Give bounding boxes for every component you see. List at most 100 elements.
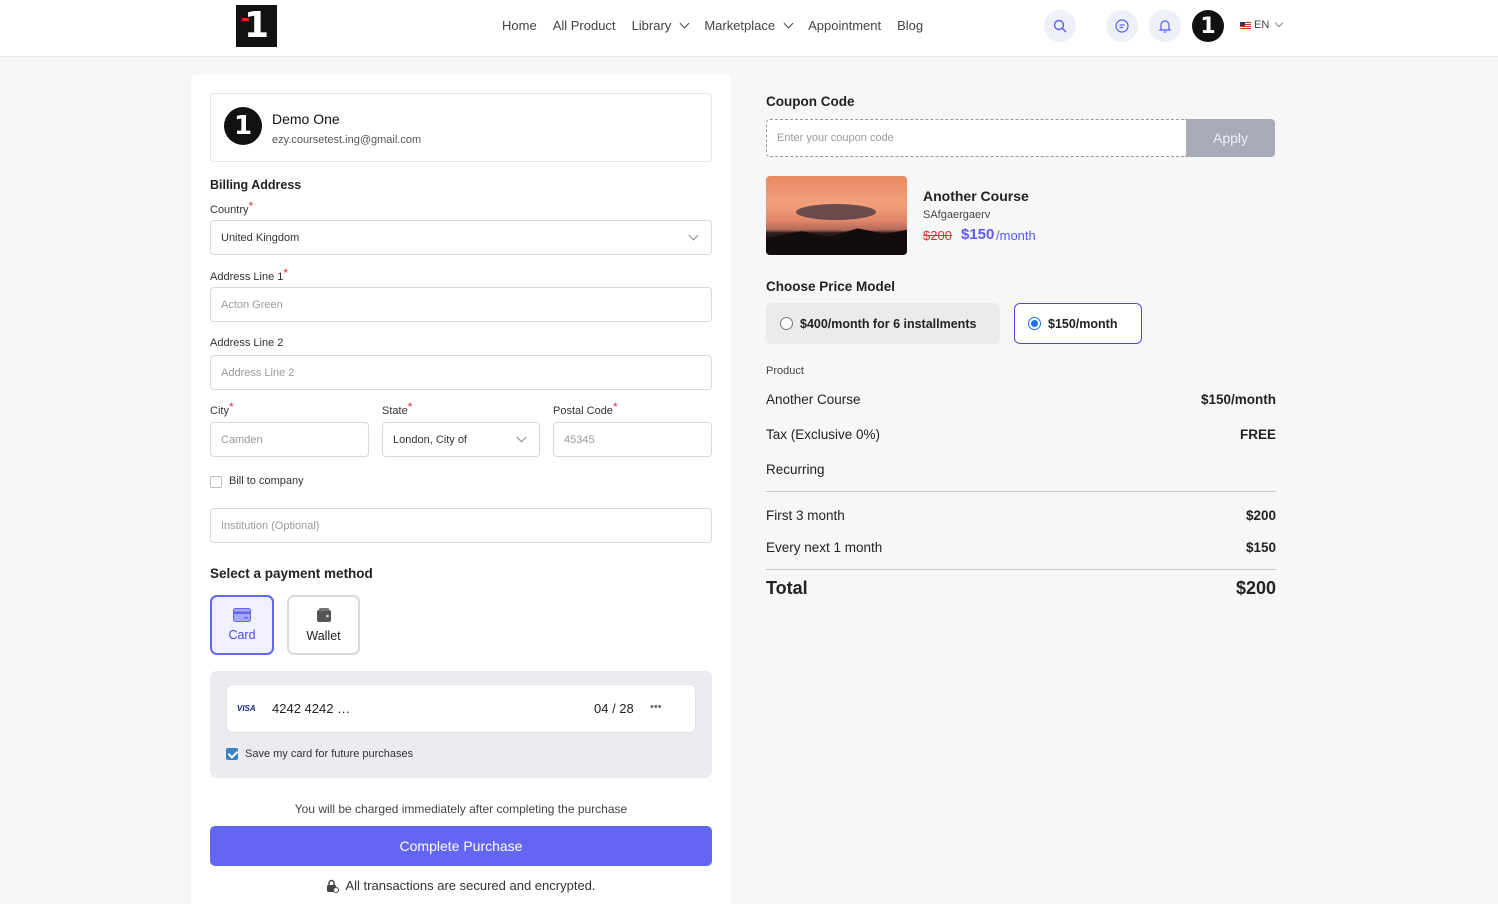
- course-name: Another Course: [923, 188, 1029, 204]
- chat-icon: [1115, 19, 1129, 33]
- country-value: United Kingdom: [221, 231, 300, 244]
- summary-tax-label: Tax (Exclusive 0%): [766, 427, 881, 442]
- save-card-checkbox[interactable]: [226, 748, 238, 760]
- state-select[interactable]: London, City of: [382, 422, 540, 457]
- radio-button[interactable]: [1028, 317, 1041, 330]
- label-text: Postal Code: [553, 405, 613, 417]
- chevron-down-icon: [1275, 18, 1284, 28]
- chevron-down-icon: [679, 18, 690, 29]
- radio-button[interactable]: [780, 317, 793, 330]
- nav-label: Appointment: [808, 18, 882, 33]
- required-mark: *: [612, 400, 618, 414]
- payment-method-title: Select a payment method: [210, 566, 373, 581]
- logo-text: 1: [241, 5, 270, 46]
- chevron-down-icon: [783, 18, 794, 29]
- required-mark: *: [407, 400, 413, 414]
- user-avatar[interactable]: 1: [1192, 10, 1224, 42]
- bill-to-company-label: Bill to company: [229, 475, 304, 487]
- city-value: Camden: [221, 433, 263, 446]
- us-flag-icon: [1240, 21, 1251, 29]
- bill-to-company-checkbox[interactable]: [210, 476, 222, 488]
- payment-method-card[interactable]: Card: [210, 595, 274, 655]
- credit-card-icon: [233, 608, 251, 622]
- language-selector[interactable]: EN: [1240, 18, 1284, 31]
- coupon-title: Coupon Code: [766, 94, 855, 109]
- state-value: London, City of: [393, 433, 467, 446]
- price-option-label: $150/month: [1048, 316, 1118, 331]
- apply-coupon-button[interactable]: Apply: [1186, 119, 1275, 157]
- nav-all-product[interactable]: All Product: [553, 18, 616, 33]
- label-text: Address Line 1: [210, 271, 284, 283]
- card-number[interactable]: 4242 4242 …: [272, 701, 350, 716]
- price-option-installments[interactable]: $400/month for 6 installments: [766, 303, 1000, 344]
- price-option-label: $400/month for 6 installments: [800, 316, 977, 331]
- language-label: EN: [1254, 19, 1270, 31]
- summary-product-name: Another Course: [766, 392, 861, 407]
- avatar: 1: [224, 107, 262, 145]
- nav-appointment[interactable]: Appointment: [808, 18, 881, 33]
- nav-label: Library: [631, 18, 672, 33]
- nav-library[interactable]: Library: [631, 18, 690, 33]
- complete-purchase-button[interactable]: Complete Purchase: [210, 826, 712, 866]
- price-option-monthly[interactable]: $150/month: [1014, 303, 1142, 344]
- charge-note: You will be charged immediately after co…: [294, 802, 628, 816]
- required-mark: *: [283, 266, 289, 280]
- avatar-text: 1: [233, 111, 253, 141]
- lock-icon: [327, 879, 340, 893]
- nav-marketplace[interactable]: Marketplace: [704, 18, 794, 33]
- nav-home[interactable]: Home: [502, 18, 537, 33]
- city-input[interactable]: Camden: [210, 422, 369, 457]
- card-input[interactable]: VISA 4242 4242 … 04 / 28 •••: [226, 684, 696, 733]
- user-name: Demo One: [272, 111, 340, 127]
- product-label: Product: [766, 365, 804, 377]
- address1-input[interactable]: Acton Green: [210, 287, 712, 322]
- label-text: City: [210, 405, 229, 417]
- chat-button[interactable]: [1106, 10, 1138, 42]
- divider: [766, 491, 1276, 492]
- nav-blog[interactable]: Blog: [897, 18, 923, 33]
- payment-method-wallet[interactable]: Wallet: [287, 595, 360, 655]
- state-label: State*: [382, 400, 413, 417]
- wallet-icon: [316, 608, 331, 622]
- label-text: Country: [210, 204, 249, 216]
- site-logo[interactable]: 1: [236, 5, 277, 47]
- card-expiry[interactable]: 04 / 28: [594, 701, 634, 716]
- old-price: $200: [923, 228, 952, 243]
- visa-icon: VISA: [237, 704, 256, 713]
- user-email: ezy.coursetest.ing@gmail.com: [272, 134, 422, 146]
- new-price: $150: [961, 226, 995, 243]
- next-month-label: Every next 1 month: [766, 540, 883, 555]
- required-mark: *: [228, 400, 234, 414]
- postal-code-input[interactable]: 45345: [553, 422, 712, 457]
- country-label: Country*: [210, 199, 253, 216]
- search-button[interactable]: [1044, 10, 1076, 42]
- institution-input[interactable]: Institution (Optional): [210, 508, 712, 543]
- top-header: 1 Home All Product Library Marketplace A…: [0, 0, 1498, 57]
- address2-input[interactable]: Address Line 2: [210, 355, 712, 390]
- label-text: State: [382, 405, 408, 417]
- checkout-form-panel: 1 Demo One ezy.coursetest.ing@gmail.com …: [191, 74, 731, 904]
- main-nav: Home All Product Library Marketplace App…: [502, 18, 923, 33]
- payment-method-label: Wallet: [306, 629, 341, 643]
- city-label: City*: [210, 400, 234, 417]
- postal-code-label: Postal Code*: [553, 400, 618, 417]
- address2-placeholder: Address Line 2: [221, 366, 295, 379]
- course-subtitle: SAfgaergaerv: [923, 209, 991, 221]
- secure-note: All transactions are secured and encrypt…: [210, 878, 712, 893]
- price-period: /month: [996, 228, 1036, 243]
- notifications-button[interactable]: [1149, 10, 1181, 42]
- first-months-label: First 3 month: [766, 508, 845, 523]
- thumbnail-hills: [766, 228, 907, 255]
- secure-note-text: All transactions are secured and encrypt…: [345, 878, 596, 893]
- country-select[interactable]: United Kingdom: [210, 220, 712, 255]
- summary-product-price: $150/month: [1200, 392, 1276, 407]
- postal-value: 45345: [564, 433, 595, 446]
- address1-value: Acton Green: [221, 298, 283, 311]
- nav-label: All Product: [552, 18, 616, 33]
- user-card: 1 Demo One ezy.coursetest.ing@gmail.com: [210, 93, 712, 162]
- chevron-down-icon: [688, 230, 699, 241]
- total-value: $200: [1235, 578, 1276, 598]
- nav-label: Blog: [897, 18, 924, 33]
- coupon-input[interactable]: Enter your coupon code: [766, 119, 1186, 157]
- card-cvc[interactable]: •••: [650, 701, 662, 713]
